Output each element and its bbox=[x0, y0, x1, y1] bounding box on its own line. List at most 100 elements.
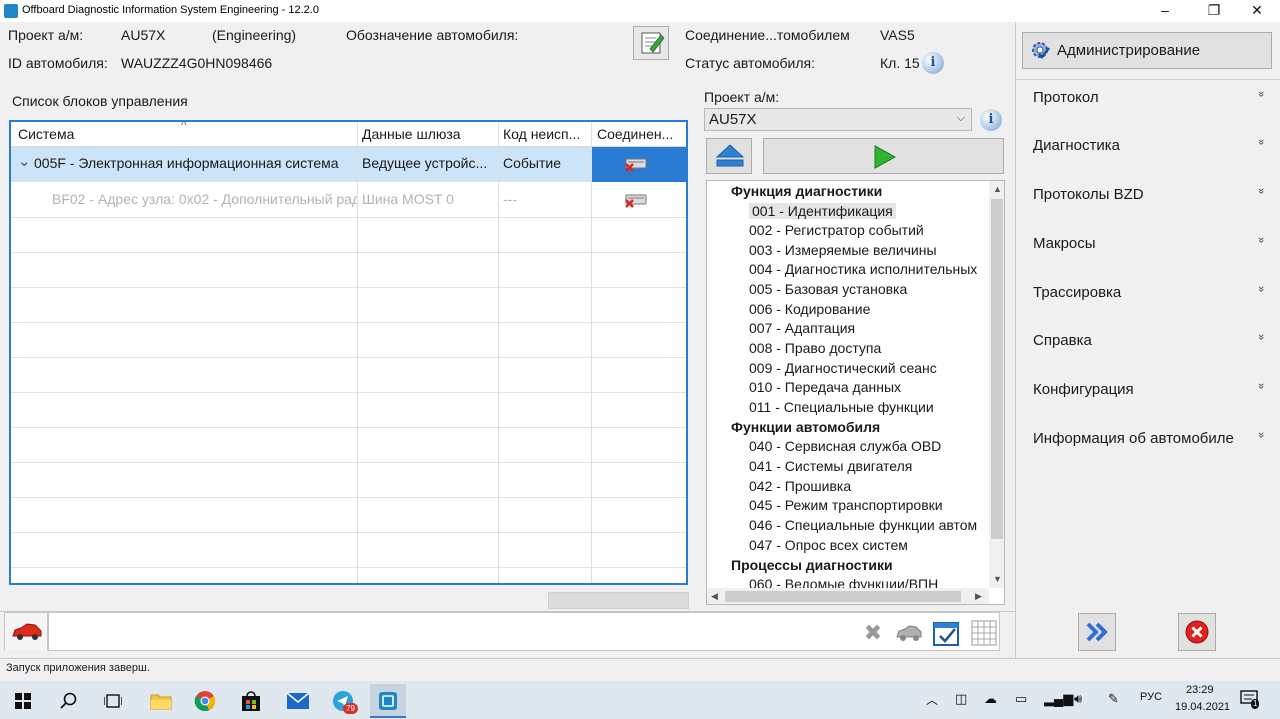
tree-vertical-scrollbar[interactable]: ▲ ▼ bbox=[989, 181, 1004, 588]
tree-item-002[interactable]: 002 - Регистратор событий bbox=[749, 222, 924, 238]
edit-designation-button[interactable] bbox=[633, 26, 669, 60]
table-header: Система ^ Данные шлюза Код неисп... Соед… bbox=[11, 122, 686, 147]
tree-item-009[interactable]: 009 - Диагностический сеанс bbox=[749, 360, 937, 376]
menu-configuration[interactable]: Конфигурация » bbox=[1022, 377, 1274, 403]
tree-item-040[interactable]: 040 - Сервисная служба OBD bbox=[749, 438, 941, 454]
menu-protocol-label: Протокол bbox=[1033, 89, 1099, 106]
menu-help[interactable]: Справка » bbox=[1022, 328, 1274, 354]
menu-bzd-protocols[interactable]: Протоколы BZD » bbox=[1022, 182, 1274, 208]
tree-item-001[interactable]: 001 - Идентификация bbox=[749, 203, 896, 219]
taskbar-mail[interactable] bbox=[280, 684, 316, 718]
close-window-button[interactable]: ✕ bbox=[1234, 0, 1280, 22]
tree-group-diagnostic-processes[interactable]: Процессы диагностики bbox=[731, 557, 893, 573]
red-close-icon bbox=[1185, 620, 1209, 644]
battery-icon[interactable]: ▭ bbox=[1015, 691, 1027, 707]
next-button[interactable] bbox=[1078, 613, 1116, 651]
tray-network-icon[interactable]: ☁ bbox=[984, 691, 997, 707]
tree-item-006[interactable]: 006 - Кодирование bbox=[749, 301, 870, 317]
tray-device-icon[interactable]: ◫ bbox=[955, 691, 967, 707]
project-info-icon[interactable]: i bbox=[980, 109, 1002, 131]
clear-icon[interactable]: ✖ bbox=[859, 619, 887, 647]
maximize-button[interactable]: ❐ bbox=[1191, 0, 1237, 22]
tree-item-008[interactable]: 008 - Право доступа bbox=[749, 340, 881, 356]
taskbar-telegram[interactable]: 79 bbox=[326, 684, 362, 718]
column-header-connection[interactable]: Соединен... bbox=[597, 126, 685, 142]
tree-item-045[interactable]: 045 - Режим транспортировки bbox=[749, 497, 943, 513]
scroll-down-icon[interactable]: ▼ bbox=[993, 574, 1002, 584]
scroll-right-icon[interactable]: ▶ bbox=[975, 591, 982, 602]
search-icon bbox=[60, 692, 77, 709]
vin-value: WAUZZZ4G0HN098466 bbox=[121, 55, 273, 71]
table-row bbox=[11, 393, 686, 428]
column-header-fault[interactable]: Код неисп... bbox=[503, 126, 588, 142]
tree-item-046[interactable]: 046 - Специальные функции автом bbox=[749, 517, 977, 533]
red-car-icon bbox=[12, 623, 42, 640]
menu-protocol[interactable]: Протокол » bbox=[1022, 85, 1274, 111]
sidebar-divider bbox=[1016, 79, 1280, 80]
table-grid-icon[interactable] bbox=[970, 619, 998, 647]
chevron-down-icon: » bbox=[1255, 138, 1268, 146]
app-icon bbox=[4, 4, 18, 18]
menu-vehicle-info[interactable]: Информация об автомобиле » bbox=[1022, 426, 1274, 452]
task-view-button[interactable] bbox=[94, 684, 130, 718]
status-bar bbox=[0, 658, 1280, 680]
project-select[interactable]: AU57X ⌵ bbox=[704, 108, 972, 131]
info-icon[interactable]: i bbox=[922, 52, 944, 74]
signal-icon[interactable]: ▂▄▆ bbox=[1044, 691, 1073, 707]
tree-item-007[interactable]: 007 - Адаптация bbox=[749, 320, 855, 336]
clock-time[interactable]: 23:29 bbox=[1186, 684, 1214, 696]
start-button[interactable] bbox=[4, 684, 40, 718]
tab-vehicle[interactable] bbox=[4, 612, 48, 650]
menu-tracing[interactable]: Трассировка » bbox=[1022, 280, 1274, 306]
project-select-value: AU57X bbox=[709, 111, 757, 128]
tree-item-003[interactable]: 003 - Измеряемые величины bbox=[749, 242, 937, 258]
tab-content-area bbox=[48, 612, 1000, 651]
tree-item-011[interactable]: 011 - Специальные функции bbox=[749, 399, 934, 415]
menu-diagnostics[interactable]: Диагностика » bbox=[1022, 133, 1274, 159]
menu-macros[interactable]: Макросы » bbox=[1022, 231, 1274, 257]
tree-group-vehicle-functions[interactable]: Функции автомобиля bbox=[731, 419, 880, 435]
table-row[interactable]: BF02 - Адрес узла: 0x02 - Дополнительный… bbox=[11, 183, 686, 218]
gray-car-icon[interactable] bbox=[895, 619, 923, 647]
table-row bbox=[11, 533, 686, 568]
table-horizontal-scrollbar[interactable] bbox=[548, 592, 689, 609]
tree-item-005[interactable]: 005 - Базовая установка bbox=[749, 281, 907, 297]
search-button[interactable] bbox=[50, 684, 86, 718]
volume-icon[interactable]: 🔊︎ bbox=[1074, 691, 1082, 707]
row-system: BF02 - Адрес узла: 0x02 - Дополнительный… bbox=[52, 191, 357, 207]
table-row[interactable]: ⌄ 005F - Электронная информационная сист… bbox=[11, 147, 686, 182]
tree-item-004[interactable]: 004 - Диагностика исполнительных bbox=[749, 261, 977, 277]
taskbar-odis[interactable] bbox=[370, 684, 406, 718]
scroll-left-icon[interactable]: ◀ bbox=[711, 591, 718, 602]
taskbar-file-explorer[interactable] bbox=[142, 684, 178, 718]
checklist-icon[interactable] bbox=[932, 619, 960, 647]
exit-button[interactable] bbox=[1178, 613, 1216, 651]
tree-horizontal-scroll-thumb[interactable] bbox=[725, 591, 961, 602]
chevron-down-icon: » bbox=[1255, 431, 1268, 439]
table-row bbox=[11, 323, 686, 358]
run-button[interactable] bbox=[763, 138, 1004, 174]
gear-check-icon bbox=[1032, 42, 1050, 59]
tree-item-047[interactable]: 047 - Опрос всех систем bbox=[749, 537, 908, 553]
notification-center-icon[interactable]: 1 bbox=[1240, 690, 1260, 710]
taskbar-store[interactable] bbox=[233, 684, 269, 718]
pen-icon[interactable]: ✎ bbox=[1108, 691, 1119, 707]
column-header-system[interactable]: Система bbox=[18, 126, 358, 142]
eject-button[interactable] bbox=[706, 138, 752, 174]
tree-horizontal-scrollbar[interactable]: ◀ ▶ bbox=[707, 588, 989, 604]
tree-item-042[interactable]: 042 - Прошивка bbox=[749, 478, 851, 494]
tray-expand-icon[interactable]: ︿ bbox=[926, 691, 938, 708]
control-units-title: Список блоков управления bbox=[12, 93, 188, 109]
clock-date[interactable]: 19.04.2021 bbox=[1175, 701, 1230, 713]
scroll-up-icon[interactable]: ▲ bbox=[993, 184, 1002, 194]
taskbar-chrome[interactable] bbox=[187, 684, 223, 718]
tree-item-010[interactable]: 010 - Передача данных bbox=[749, 379, 901, 395]
language-indicator[interactable]: РУС bbox=[1140, 691, 1162, 703]
collapse-icon[interactable]: ⌄ bbox=[18, 152, 31, 170]
tree-vertical-scroll-thumb[interactable] bbox=[991, 199, 1003, 539]
column-header-gateway[interactable]: Данные шлюза bbox=[362, 126, 497, 142]
minimize-button[interactable]: – bbox=[1142, 0, 1188, 22]
tree-group-diagnostic-functions[interactable]: Функция диагностики bbox=[731, 183, 882, 199]
status-text: Запуск приложения заверш. bbox=[6, 662, 150, 674]
tree-item-041[interactable]: 041 - Системы двигателя bbox=[749, 458, 912, 474]
